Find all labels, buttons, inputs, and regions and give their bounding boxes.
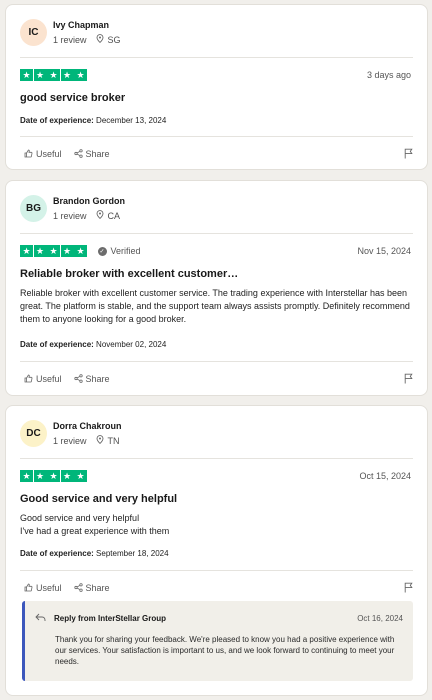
divider: [20, 57, 413, 58]
review-date: Oct 15, 2024: [359, 471, 411, 481]
reply-date: Oct 16, 2024: [357, 614, 403, 623]
share-button[interactable]: Share: [73, 374, 110, 384]
flag-icon[interactable]: [404, 373, 413, 384]
review-title[interactable]: good service broker: [20, 92, 413, 104]
review-card: DC Dorra Chakroun 1 review TN ★ ★ ★ ★ ★ Oct …: [5, 405, 428, 696]
avatar[interactable]: IC: [20, 19, 47, 46]
reviewer-name[interactable]: Brandon Gordon: [53, 196, 125, 207]
useful-button[interactable]: Useful: [24, 583, 62, 593]
review-title[interactable]: Good service and very helpful: [20, 493, 413, 505]
reviewer-country: CA: [107, 210, 121, 221]
star-icon: ★: [47, 470, 60, 482]
star-icon: ★: [33, 470, 47, 482]
experience-date: Date of experience: September 18, 2024: [20, 549, 169, 558]
divider: [20, 570, 413, 571]
reviewer-country: TN: [107, 435, 120, 446]
review-count: 1 review: [53, 435, 87, 446]
star-icon: ★: [20, 69, 33, 81]
review-count: 1 review: [53, 34, 87, 45]
experience-date: Date of experience: December 13, 2024: [20, 116, 167, 125]
review-count: 1 review: [53, 210, 87, 221]
star-icon: ★: [20, 245, 33, 257]
star-icon: ★: [74, 470, 87, 482]
reviewer-name[interactable]: Dorra Chakroun: [53, 421, 122, 432]
share-icon: [73, 374, 83, 383]
reviewer-name[interactable]: Ivy Chapman: [53, 20, 121, 31]
review-body: Reliable broker with excellent customer …: [20, 288, 410, 324]
star-icon: ★: [60, 245, 74, 257]
star-icon: ★: [74, 245, 87, 257]
avatar[interactable]: BG: [20, 195, 47, 222]
share-button[interactable]: Share: [73, 583, 110, 593]
location-pin-icon: [96, 434, 104, 447]
divider: [20, 136, 413, 137]
star-icon: ★: [74, 69, 87, 81]
flag-icon[interactable]: [404, 582, 413, 593]
thumbs-up-icon: [24, 149, 33, 158]
share-icon: [73, 149, 83, 158]
location-pin-icon: [96, 209, 104, 222]
star-icon: ★: [33, 69, 47, 81]
review-title[interactable]: Reliable broker with excellent customer…: [20, 268, 413, 280]
reviewer-header: BG Brandon Gordon 1 review CA: [20, 195, 125, 222]
reply-title: Reply from InterStellar Group: [54, 614, 167, 623]
check-icon: ✓: [97, 246, 107, 256]
thumbs-up-icon: [24, 374, 33, 383]
review-card: IC Ivy Chapman 1 review SG ★ ★ ★ ★ ★ 3 days …: [5, 4, 428, 170]
star-rating: ★ ★ ★ ★ ★: [20, 245, 88, 257]
experience-date: Date of experience: November 02, 2024: [20, 340, 167, 349]
star-icon: ★: [20, 470, 33, 482]
location-pin-icon: [96, 33, 104, 46]
useful-button[interactable]: Useful: [24, 149, 62, 159]
share-icon: [73, 583, 83, 592]
reply-text: Thank you for sharing your feedback. We'…: [55, 635, 395, 666]
star-icon: ★: [33, 245, 47, 257]
share-button[interactable]: Share: [73, 149, 110, 159]
star-icon: ★: [60, 69, 74, 81]
reviewer-header: DC Dorra Chakroun 1 review TN: [20, 420, 122, 447]
review-card: BG Brandon Gordon 1 review CA ★ ★ ★ ★ ★ ✓ Ve…: [5, 180, 428, 396]
company-reply: Reply from InterStellar Group Oct 16, 20…: [22, 601, 413, 681]
star-icon: ★: [60, 470, 74, 482]
verified-badge[interactable]: ✓ Verified: [97, 246, 141, 256]
divider: [20, 361, 413, 362]
star-icon: ★: [47, 245, 60, 257]
divider: [20, 458, 413, 459]
review-date: Nov 15, 2024: [357, 246, 411, 256]
avatar[interactable]: DC: [20, 420, 47, 447]
flag-icon[interactable]: [404, 148, 413, 159]
thumbs-up-icon: [24, 583, 33, 592]
divider: [20, 233, 413, 234]
star-rating: ★ ★ ★ ★ ★: [20, 69, 88, 81]
star-rating: ★ ★ ★ ★ ★: [20, 470, 88, 482]
review-body: Good service and very helpful I've had a…: [20, 513, 170, 536]
review-date: 3 days ago: [366, 70, 411, 80]
reviewer-header: IC Ivy Chapman 1 review SG: [20, 19, 121, 46]
reply-arrow-icon: [35, 613, 46, 624]
star-icon: ★: [47, 69, 60, 81]
reviewer-country: SG: [107, 34, 121, 45]
useful-button[interactable]: Useful: [24, 374, 62, 384]
